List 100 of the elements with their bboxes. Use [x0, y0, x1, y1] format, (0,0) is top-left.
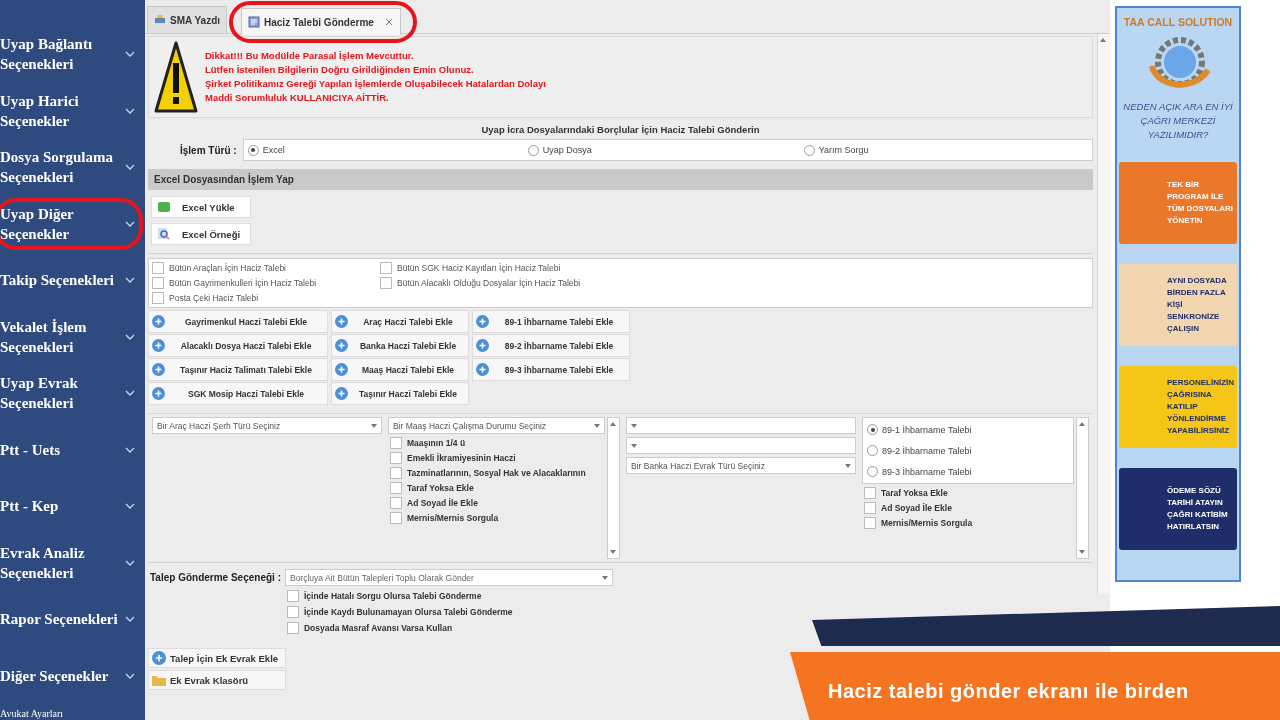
add-request-button[interactable]: SGK Mosip Haczi Talebi Ekle [148, 382, 328, 405]
magnifier-icon [158, 228, 170, 240]
chevron-down-icon [125, 164, 135, 171]
checkbox[interactable] [286, 622, 299, 634]
advert-panel: PERSONELİNİZİN ÇAĞRISINA KATILIP YÖNLENDİRME YAPABİLİRSİNİZ [1119, 366, 1237, 448]
checkbox[interactable] [390, 497, 402, 509]
scrollbar[interactable] [1076, 417, 1089, 559]
scroll-up-icon[interactable] [1079, 422, 1085, 426]
add-request-button[interactable]: 89-3 İhbarname Talebi Ekle [472, 358, 630, 381]
add-request-button[interactable]: Maaş Haczi Talebi Ekle [331, 358, 469, 381]
checkbox[interactable] [864, 502, 876, 514]
dropdown[interactable]: Bir Maaş Haczi Çalışma Durumu Seçiniz [388, 417, 605, 434]
checkbox[interactable] [152, 277, 164, 289]
warning-text: Maddi Sorumluluk KULLANICIYA AİTTİR. [205, 91, 390, 105]
sidebar-item[interactable]: Dosya Sorgulama Seçenekleri [0, 139, 145, 196]
checkbox[interactable] [286, 606, 299, 618]
sidebar-item[interactable]: Takip Seçenekleri [0, 252, 145, 309]
add-request-button[interactable]: Taşınır Haczi Talebi Ekle [331, 382, 469, 405]
radio-button[interactable] [527, 144, 539, 156]
sidebar-item[interactable]: Rapor Seçenekleri [0, 591, 145, 648]
close-icon[interactable] [383, 17, 394, 27]
field-label: İşlem Türü : [179, 144, 237, 156]
scroll-down-icon[interactable] [1079, 550, 1085, 554]
checkbox[interactable] [390, 467, 402, 479]
checkbox-label: Bütün Gayrimenkulleri İçin Haciz Talebi [169, 278, 317, 288]
radio-button[interactable] [867, 466, 878, 477]
document-button[interactable]: Talep İçin Ek Evrak Ekle [148, 648, 286, 668]
sidebar-item[interactable]: Uyap Bağlantı Seçenekleri [0, 26, 145, 83]
plus-circle-icon [335, 339, 348, 352]
checkbox[interactable] [390, 452, 402, 464]
printer-icon [154, 14, 166, 26]
sidebar-item[interactable]: Uyap Harici Seçenekler [0, 82, 145, 139]
radio-button[interactable] [247, 144, 259, 156]
radio-button[interactable] [867, 445, 878, 456]
tab[interactable]: SMA Yazdı [147, 6, 227, 33]
add-request-button[interactable]: Araç Haczi Talebi Ekle [331, 310, 469, 333]
add-request-button[interactable]: 89-2 İhbarname Talebi Ekle [472, 334, 630, 357]
chevron-down-icon [125, 446, 135, 453]
scroll-up-icon[interactable] [1100, 38, 1106, 42]
add-request-button[interactable]: Alacaklı Dosya Haczi Talebi Ekle [148, 334, 328, 357]
plus-circle-icon [152, 387, 165, 400]
checkbox[interactable] [390, 482, 402, 494]
chevron-down-icon [125, 107, 135, 114]
radio-button[interactable] [867, 424, 878, 435]
sidebar-item[interactable]: Evrak Analiz Seçenekleri [0, 534, 145, 591]
document-button[interactable]: Ek Evrak Klasörü [148, 670, 286, 690]
dropdown[interactable]: Borçluya Ait Bütün Talepleri Toplu Olarak Gönder [284, 569, 613, 586]
checkbox[interactable] [380, 277, 392, 289]
section-header: Excel Dosyasından İşlem Yap [148, 169, 1093, 190]
checkbox[interactable] [864, 517, 876, 529]
scroll-down-icon[interactable] [610, 550, 616, 554]
add-request-button[interactable]: Taşınır Haciz Talimatı Talebi Ekle [148, 358, 328, 381]
checkbox-label: İçinde Hatalı Sorgu Olursa Talebi Gönderme [303, 591, 482, 601]
folder-icon [152, 674, 166, 686]
dropdown[interactable]: Bir Banka Haczi Evrak Türü Seçiniz [626, 457, 856, 474]
checkbox-label: Bütün SGK Haciz Kayıtları İçin Haciz Talebi [397, 263, 561, 273]
dropdown[interactable]: Bir Araç Haczi Şerh Türü Seçiniz [152, 417, 382, 434]
sidebar-item[interactable]: Uyap Evrak Seçenekleri [0, 365, 145, 422]
add-request-button[interactable]: Banka Haczi Talebi Ekle [331, 334, 469, 357]
radio-label: 89-1 İhbarname Talebi [882, 424, 972, 435]
add-request-button[interactable]: Gayrimenkul Haczi Talebi Ekle [148, 310, 328, 333]
checkbox[interactable] [380, 262, 392, 274]
plus-circle-icon [476, 339, 489, 352]
scrollbar[interactable] [1097, 34, 1110, 594]
chevron-down-icon [125, 51, 135, 58]
sidebar-item[interactable]: Uyap Diğer Seçenekler [0, 195, 145, 252]
checkbox-label: Mernis/Mernis Sorgula [881, 518, 973, 528]
sidebar-item[interactable]: Vekalet İşlem Seçenekleri [0, 308, 145, 365]
caret-icon [371, 423, 377, 428]
radio-label: 89-2 İhbarname Talebi [882, 445, 972, 456]
checkbox[interactable] [864, 487, 876, 499]
caret-icon [601, 575, 608, 580]
sidebar-item[interactable]: Diğer Seçenekler [0, 647, 145, 704]
checkbox[interactable] [390, 437, 402, 449]
checkbox-label: Tazminatlarının, Sosyal Hak ve Alacaklarının [407, 468, 586, 478]
plus-circle-icon [152, 315, 165, 328]
tab[interactable]: Haciz Talebi Gönderme [241, 8, 401, 35]
checkbox[interactable] [390, 512, 402, 524]
sidebar-item[interactable]: Ptt - Kep [0, 478, 145, 535]
scrollbar[interactable] [607, 417, 620, 559]
sidebar-footer-link[interactable]: Avukat Ayarları [0, 708, 145, 719]
excel-button[interactable]: Excel Yükle [151, 196, 251, 218]
chevron-down-icon [125, 503, 135, 510]
chevron-down-icon [125, 616, 135, 623]
scroll-up-icon[interactable] [610, 422, 616, 426]
checkbox[interactable] [152, 292, 164, 304]
warning-text: Dikkat!!! Bu Modülde Parasal İşlem Mevcuttur. [205, 49, 415, 63]
checkbox[interactable] [152, 262, 164, 274]
chevron-down-icon [125, 277, 135, 284]
plus-circle-icon [335, 315, 348, 328]
dropdown[interactable] [626, 437, 856, 454]
form-title: Uyap İcra Dosyalarındaki Borçlular İçin Haciz Talebi Gönderin [480, 123, 761, 137]
sidebar-item[interactable]: Ptt - Uets [0, 421, 145, 478]
checkbox[interactable] [286, 590, 299, 602]
chevron-down-icon [125, 672, 135, 679]
dropdown[interactable] [626, 417, 856, 434]
excel-button[interactable]: Excel Örneği [151, 223, 251, 245]
add-request-button[interactable]: 89-1 İhbarname Talebi Ekle [472, 310, 630, 333]
chevron-down-icon [125, 559, 135, 566]
radio-button[interactable] [803, 144, 815, 156]
